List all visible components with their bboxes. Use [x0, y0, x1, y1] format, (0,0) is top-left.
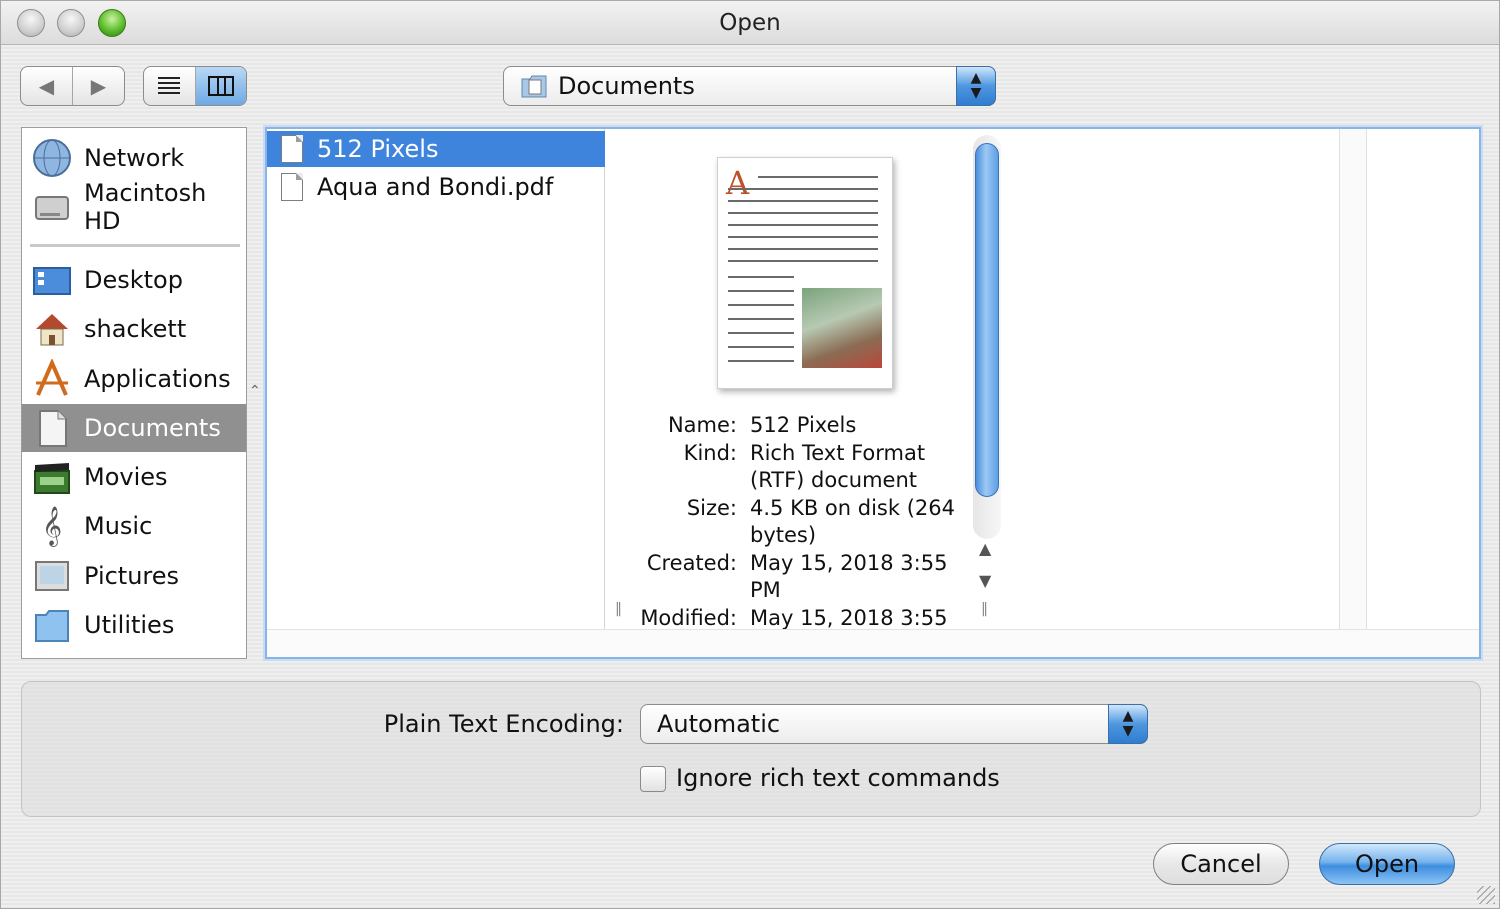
- info-created-value: May 15, 2018 3:55: [750, 551, 948, 575]
- sidebar-resize-handle[interactable]: ⌃: [249, 383, 261, 399]
- window-title: Open: [719, 10, 781, 36]
- info-created-value-cont: PM: [750, 578, 781, 602]
- sidebar-item-label: Macintosh HD: [84, 179, 207, 235]
- movies-icon: [32, 457, 72, 497]
- info-keys: Name: Kind: Size: Created: Modified:: [607, 411, 737, 631]
- location-label: Documents: [558, 72, 695, 100]
- utilities-folder-icon: [32, 605, 72, 645]
- back-button[interactable]: ◀: [21, 67, 72, 105]
- sidebar-item-applications[interactable]: Applications: [22, 355, 246, 403]
- popup-arrows-icon: ▲ ▼: [1108, 704, 1148, 744]
- sidebar-item-label: Utilities: [84, 611, 175, 639]
- sidebar-item-label: Desktop: [84, 266, 183, 294]
- column-view-icon: [207, 76, 234, 96]
- preview-drop-cap: A: [726, 164, 750, 202]
- sidebar-item-movies[interactable]: Movies: [22, 453, 246, 501]
- sidebar-item-label: Movies: [84, 463, 168, 491]
- sidebar-divider: [30, 244, 240, 247]
- pdf-document-icon: [281, 173, 303, 201]
- info-size-value: 4.5 KB on disk (264: [750, 496, 955, 520]
- info-values: 512 Pixels Rich Text Format (RTF) docume…: [750, 411, 970, 631]
- scroll-up-arrow-icon[interactable]: ▲: [979, 539, 991, 558]
- resize-grip-icon[interactable]: [1477, 886, 1495, 904]
- sidebar-item-utilities[interactable]: Utilities: [22, 601, 246, 649]
- sidebar-item-label: Music: [84, 512, 153, 540]
- document-preview-thumbnail: A: [717, 157, 893, 389]
- forward-button[interactable]: ▶: [72, 67, 124, 105]
- info-modified-label: Modified:: [640, 606, 737, 630]
- cancel-button[interactable]: Cancel: [1153, 843, 1289, 885]
- sidebar-item-label: Documents: [84, 414, 221, 442]
- info-modified-value: May 15, 2018 3:55: [750, 606, 948, 630]
- sidebar-item-macintosh-hd[interactable]: Macintosh HD: [22, 179, 246, 235]
- ignore-rich-text-label: Ignore rich text commands: [676, 764, 1000, 792]
- sidebar-item-label: Applications: [84, 365, 231, 393]
- file-browser: 512 Pixels Aqua and Bondi.pdf ‖ A Name: …: [265, 127, 1481, 659]
- back-forward-control: ◀ ▶: [20, 66, 125, 106]
- preview-photo: [802, 288, 882, 368]
- sidebar-item-label: Pictures: [84, 562, 180, 590]
- open-button[interactable]: Open: [1319, 843, 1455, 885]
- music-icon: 𝄞: [41, 506, 63, 546]
- view-mode-control: [143, 66, 247, 106]
- pictures-icon: [32, 556, 72, 596]
- info-size-label: Size:: [686, 496, 737, 520]
- horizontal-scrollbar[interactable]: [267, 629, 1479, 657]
- back-arrow-icon: ◀: [38, 74, 55, 98]
- file-row-aqua-and-bondi[interactable]: Aqua and Bondi.pdf: [267, 169, 605, 205]
- network-globe-icon: [32, 138, 72, 178]
- sidebar-item-desktop[interactable]: Desktop: [22, 256, 246, 304]
- encoding-label: Plain Text Encoding:: [383, 710, 624, 738]
- location-popup[interactable]: Documents ▲ ▼: [503, 66, 996, 106]
- popup-arrows-icon: ▲ ▼: [956, 66, 996, 106]
- sidebar-item-label: shackett: [84, 315, 187, 343]
- documents-icon: [32, 408, 72, 448]
- hard-drive-icon: [32, 187, 72, 227]
- ignore-rich-text-checkbox[interactable]: [640, 766, 666, 792]
- rtf-document-icon: [281, 135, 303, 163]
- empty-column-divider: [1339, 129, 1367, 629]
- info-name-value: 512 Pixels: [750, 413, 857, 437]
- sidebar-item-label: Network: [84, 144, 185, 172]
- applications-icon: [32, 359, 72, 399]
- info-kind-label: Kind:: [683, 441, 737, 465]
- file-name: 512 Pixels: [317, 135, 439, 163]
- encoding-value: Automatic: [657, 710, 781, 738]
- list-view-button[interactable]: [144, 67, 195, 105]
- forward-arrow-icon: ▶: [90, 74, 107, 98]
- options-panel: Plain Text Encoding: Automatic ▲ ▼ Ignore…: [21, 681, 1481, 817]
- desktop-folder-icon: [32, 260, 72, 300]
- info-kind-value: Rich Text Format: [750, 441, 926, 465]
- sidebar-item-pictures[interactable]: Pictures: [22, 552, 246, 600]
- sidebar-item-shackett[interactable]: shackett: [22, 305, 246, 353]
- title-bar: Open: [1, 1, 1499, 45]
- info-size-value-cont: bytes): [750, 523, 817, 547]
- info-name-label: Name:: [667, 413, 737, 437]
- documents-folder-icon: [520, 73, 548, 99]
- scroll-down-arrow-icon[interactable]: ▼: [979, 571, 991, 590]
- list-view-icon: [158, 77, 181, 94]
- sidebar-item-music[interactable]: 𝄞 Music: [22, 502, 246, 550]
- sidebar-item-documents[interactable]: Documents: [22, 404, 246, 452]
- scrollbar-thumb[interactable]: [975, 143, 999, 497]
- preview-column: A Name: Kind: Size: Created: Modified: 5…: [607, 129, 973, 631]
- info-created-label: Created:: [646, 551, 737, 575]
- encoding-popup[interactable]: Automatic ▲ ▼: [640, 704, 1148, 744]
- column-view-button[interactable]: [194, 67, 246, 105]
- sidebar: Network Macintosh HD Desktop shackett Ap…: [21, 127, 247, 659]
- file-column: 512 Pixels Aqua and Bondi.pdf: [267, 129, 605, 629]
- file-name: Aqua and Bondi.pdf: [317, 173, 554, 201]
- open-dialog-window: Open ◀ ▶ Documents ▲ ▼ Network Macintosh…: [0, 0, 1500, 909]
- file-row-512-pixels[interactable]: 512 Pixels: [267, 131, 605, 167]
- info-kind-value-cont: (RTF) document: [750, 468, 917, 492]
- home-icon: [32, 309, 72, 349]
- sidebar-item-network[interactable]: Network: [22, 134, 246, 182]
- column-resize-handle-2[interactable]: ‖: [981, 601, 988, 617]
